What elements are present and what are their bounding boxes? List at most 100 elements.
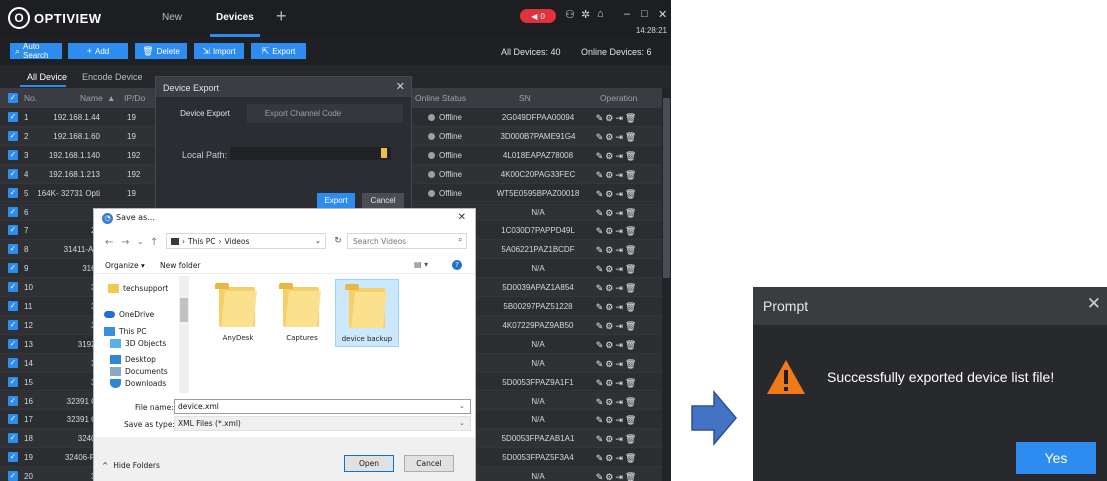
config-icon[interactable]: ⚙ [605,359,615,369]
edit-icon[interactable]: ✎ [596,397,606,407]
trash-icon[interactable]: 🗑 [625,283,638,293]
trash-icon[interactable]: 🗑 [625,208,638,218]
config-icon[interactable]: ⚙ [605,434,615,444]
export-confirm-button[interactable]: Export [317,193,355,208]
back-arrow-icon[interactable]: ← [105,237,113,248]
config-icon[interactable]: ⚙ [605,378,615,388]
row-checkbox[interactable]: ✓ [8,225,18,236]
login-icon[interactable]: ⇥ [615,397,625,407]
edit-icon[interactable]: ✎ [596,434,606,444]
row-checkbox[interactable]: ✓ [8,112,18,122]
nav-scrollbar[interactable] [179,276,189,393]
edit-icon[interactable]: ✎ [596,245,606,255]
col-sn[interactable]: SN [519,93,531,103]
nav-item-downloads[interactable]: Downloads [110,379,166,388]
forward-arrow-icon[interactable]: → [121,237,129,248]
trash-icon[interactable]: 🗑 [625,113,638,123]
login-icon[interactable]: ⇥ [615,415,625,425]
config-icon[interactable]: ⚙ [605,340,615,350]
trash-icon[interactable]: 🗑 [625,397,638,407]
login-icon[interactable]: ⇥ [615,302,625,312]
nav-scroll-thumb[interactable] [180,298,188,322]
row-checkbox[interactable]: ✓ [8,452,18,463]
config-icon[interactable]: ⚙ [605,321,615,331]
config-icon[interactable]: ⚙ [605,132,615,142]
tab-device-export[interactable]: Device Export [163,104,247,123]
config-icon[interactable]: ⚙ [605,264,615,274]
login-icon[interactable]: ⇥ [615,170,625,180]
auto-search-button[interactable]: ⌕ Auto Search [10,42,62,60]
edit-icon[interactable]: ✎ [596,170,606,180]
hide-folders-toggle[interactable]: ^ Hide Folders [102,461,160,470]
address-dropdown-icon[interactable]: ⌄ [315,237,321,245]
tab-export-channel-code[interactable]: Export Channel Code [253,104,353,123]
config-icon[interactable]: ⚙ [605,415,615,425]
nav-item-desktop[interactable]: Desktop [110,355,156,364]
config-icon[interactable]: ⚙ [605,170,615,180]
trash-icon[interactable]: 🗑 [625,302,638,312]
tab-devices[interactable]: Devices [216,12,254,23]
add-tab-icon[interactable]: + [276,6,287,27]
col-ip[interactable]: IP/Do [124,93,145,103]
row-checkbox[interactable]: ✓ [8,301,18,311]
trash-icon[interactable]: 🗑 [625,378,638,388]
trash-icon[interactable]: 🗑 [625,453,638,463]
row-checkbox[interactable]: ✓ [8,282,18,293]
minimize-icon[interactable]: – [624,8,630,20]
save-type-select[interactable]: XML Files (*.xml) [174,416,471,431]
open-button[interactable]: Open [344,455,394,472]
select-all-checkbox[interactable]: ✓ [8,93,18,103]
chevron-down-icon[interactable]: ⌄ [459,419,465,427]
search-videos-input[interactable] [347,233,467,249]
tab-all-device[interactable]: All Device [27,72,67,82]
login-icon[interactable]: ⇥ [615,434,625,444]
trash-icon[interactable]: 🗑 [625,340,638,350]
login-icon[interactable]: ⇥ [615,283,625,293]
edit-icon[interactable]: ✎ [596,378,606,388]
tab-encode-device[interactable]: Encode Device [82,72,143,82]
file-name-input[interactable] [174,399,471,414]
add-button[interactable]: + Add [68,43,128,59]
edit-icon[interactable]: ✎ [596,264,606,274]
col-no[interactable]: No. [24,93,37,103]
folder-anydesk[interactable]: AnyDesk [206,279,270,347]
alarm-badge[interactable]: ◀ 0 [520,9,556,23]
edit-icon[interactable]: ✎ [596,226,606,236]
row-checkbox[interactable]: ✓ [8,206,18,217]
lock-icon[interactable]: ⌂ [597,8,604,20]
config-icon[interactable]: ⚙ [605,245,615,255]
settings-icon[interactable]: ✲ [581,8,590,21]
login-icon[interactable]: ⇥ [615,245,625,255]
import-button[interactable]: ⇲ Import [194,43,244,59]
edit-icon[interactable]: ✎ [596,359,606,369]
close-icon[interactable]: ✕ [396,80,405,93]
edit-icon[interactable]: ✎ [596,132,606,142]
config-icon[interactable]: ⚙ [605,226,615,236]
delete-button[interactable]: 🗑 Delete [135,43,187,59]
row-checkbox[interactable]: ✓ [8,149,18,160]
config-icon[interactable]: ⚙ [605,453,615,463]
login-icon[interactable]: ⇥ [615,378,625,388]
user-icon[interactable]: ⚇ [565,8,575,21]
login-icon[interactable]: ⇥ [615,359,625,369]
export-cancel-button[interactable]: Cancel [362,193,404,208]
edit-icon[interactable]: ✎ [596,415,606,425]
organize-menu[interactable]: Organize ▾ [105,261,145,270]
config-icon[interactable]: ⚙ [605,302,615,312]
trash-icon[interactable]: 🗑 [625,151,638,161]
row-checkbox[interactable]: ✓ [8,471,18,481]
col-online-status[interactable]: Online Status [415,93,466,103]
edit-icon[interactable]: ✎ [596,302,606,312]
trash-icon[interactable]: 🗑 [625,264,638,274]
trash-icon[interactable]: 🗑 [625,472,638,481]
config-icon[interactable]: ⚙ [605,151,615,161]
login-icon[interactable]: ⇥ [615,321,625,331]
trash-icon[interactable]: 🗑 [625,415,638,425]
trash-icon[interactable]: 🗑 [625,359,638,369]
breadcrumb-videos[interactable]: Videos [224,237,249,246]
edit-icon[interactable]: ✎ [596,472,606,481]
edit-icon[interactable]: ✎ [596,208,606,218]
folder-device-backup[interactable]: device backup [335,279,399,347]
login-icon[interactable]: ⇥ [615,453,625,463]
recent-chevron-icon[interactable]: ⌄ [137,237,144,246]
